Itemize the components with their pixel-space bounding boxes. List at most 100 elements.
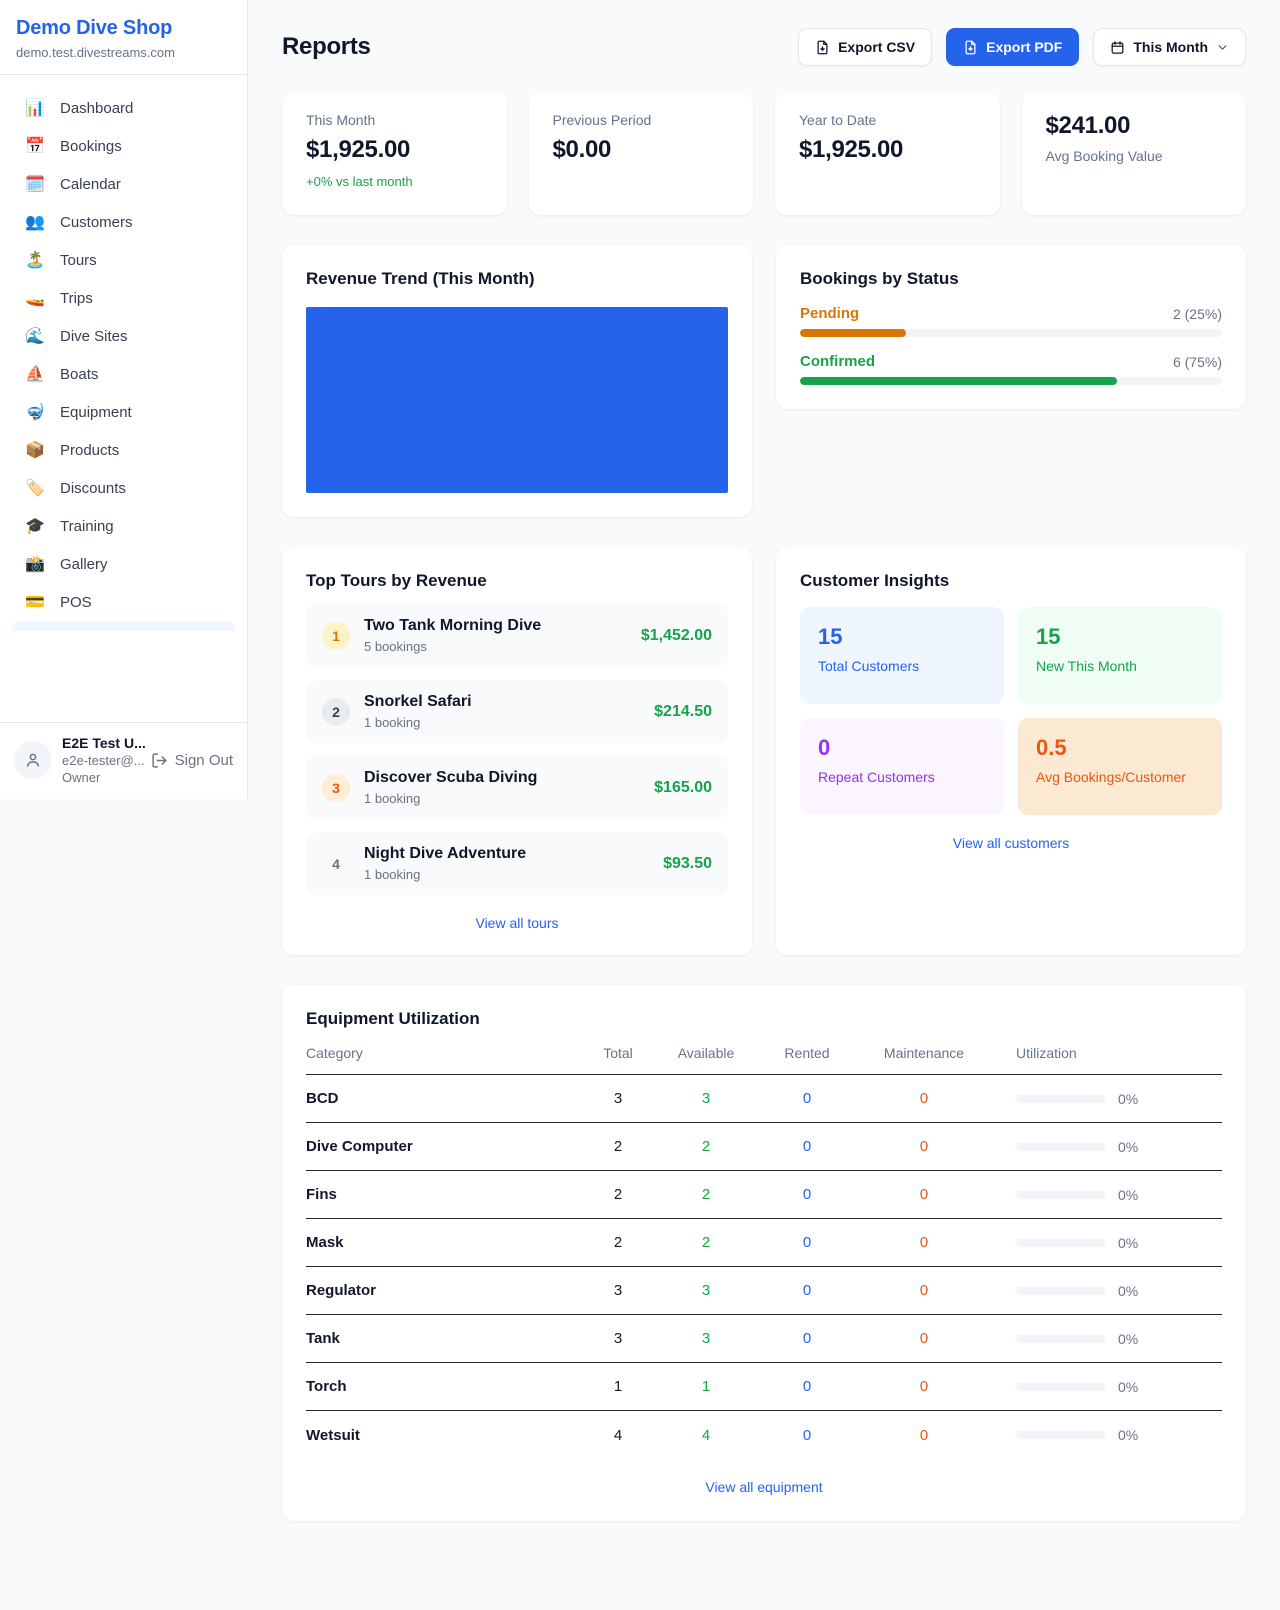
status-label: Pending xyxy=(800,305,859,322)
insights-row: Top Tours by Revenue 1 Two Tank Morning … xyxy=(282,547,1246,955)
boats-icon: ⛵ xyxy=(24,364,46,384)
equipment-icon: 🤿 xyxy=(24,402,46,422)
equipment-rented: 0 xyxy=(758,1427,856,1444)
tile-label: Avg Bookings/Customer xyxy=(1036,769,1204,785)
view-all-customers-link[interactable]: View all customers xyxy=(800,835,1222,851)
equipment-available: 4 xyxy=(654,1427,758,1444)
export-pdf-label: Export PDF xyxy=(986,39,1062,55)
equipment-maintenance: 0 xyxy=(856,1090,992,1107)
tour-name: Snorkel Safari xyxy=(364,693,472,710)
stat-value: $1,925.00 xyxy=(306,136,483,164)
user-name: E2E Test U... xyxy=(62,735,141,751)
sidebar-item-pos[interactable]: 💳POS xyxy=(12,583,235,621)
equipment-available: 2 xyxy=(654,1138,758,1155)
trips-icon: 🚤 xyxy=(24,288,46,308)
status-bar-track xyxy=(800,329,1222,337)
view-all-tours-link[interactable]: View all tours xyxy=(306,915,728,931)
sidebar-item-training[interactable]: 🎓Training xyxy=(12,507,235,545)
table-row: Wetsuit 4 4 0 0 0% xyxy=(306,1411,1222,1459)
tour-name: Night Dive Adventure xyxy=(364,845,526,862)
user-role: Owner xyxy=(62,770,141,785)
status-bar-fill xyxy=(800,329,906,337)
equipment-utilization: 0% xyxy=(992,1235,1222,1251)
status-row-confirmed: Confirmed 6 (75%) xyxy=(800,353,1222,385)
sidebar-item-boats[interactable]: ⛵Boats xyxy=(12,355,235,393)
utilization-percent: 0% xyxy=(1118,1091,1138,1107)
equipment-rented: 0 xyxy=(758,1234,856,1251)
charts-row: Revenue Trend (This Month) Bookings by S… xyxy=(282,245,1246,517)
sidebar-item-bookings[interactable]: 📅Bookings xyxy=(12,127,235,165)
equipment-available: 2 xyxy=(654,1234,758,1251)
bookings-icon: 📅 xyxy=(24,136,46,156)
sidebar-item-discounts[interactable]: 🏷️Discounts xyxy=(12,469,235,507)
period-dropdown[interactable]: This Month xyxy=(1093,28,1246,66)
bookings-by-status-title: Bookings by Status xyxy=(800,269,1222,289)
status-count: 6 (75%) xyxy=(1173,354,1222,370)
utilization-percent: 0% xyxy=(1118,1139,1138,1155)
user-footer: E2E Test U... e2e-tester@... Owner Sign … xyxy=(0,722,247,799)
header-actions: Export CSV Export PDF This Month xyxy=(798,28,1246,66)
sign-out-button[interactable]: Sign Out xyxy=(151,752,233,769)
status-label: Confirmed xyxy=(800,353,875,370)
stat-label: This Month xyxy=(306,112,483,128)
sidebar-item-dive-sites[interactable]: 🌊Dive Sites xyxy=(12,317,235,355)
tour-amount: $165.00 xyxy=(654,779,712,797)
sidebar-item-label: Tours xyxy=(60,252,97,269)
tile-label: Total Customers xyxy=(818,658,986,674)
sidebar-item-customers[interactable]: 👥Customers xyxy=(12,203,235,241)
chevron-down-icon xyxy=(1216,41,1229,54)
person-icon xyxy=(24,751,42,769)
tile-avg-bookings-customer: 0.5 Avg Bookings/Customer xyxy=(1018,718,1222,815)
top-tours-title: Top Tours by Revenue xyxy=(306,571,728,591)
tile-new-this-month: 15 New This Month xyxy=(1018,607,1222,704)
sidebar-item-products[interactable]: 📦Products xyxy=(12,431,235,469)
equipment-total: 3 xyxy=(582,1090,654,1107)
equipment-rented: 0 xyxy=(758,1090,856,1107)
revenue-trend-title: Revenue Trend (This Month) xyxy=(306,269,728,289)
sidebar-item-label: Gallery xyxy=(60,556,108,573)
sidebar-item-calendar[interactable]: 🗓️Calendar xyxy=(12,165,235,203)
sidebar-item-trips[interactable]: 🚤Trips xyxy=(12,279,235,317)
equipment-utilization: 0% xyxy=(992,1139,1222,1155)
equipment-category: Torch xyxy=(306,1378,582,1395)
rank-badge: 2 xyxy=(322,698,350,726)
sidebar: Demo Dive Shop demo.test.divestreams.com… xyxy=(0,0,248,799)
equipment-maintenance: 0 xyxy=(856,1282,992,1299)
calendar-icon xyxy=(1110,40,1125,55)
equipment-rented: 0 xyxy=(758,1282,856,1299)
tile-value: 0.5 xyxy=(1036,735,1204,761)
sidebar-item-tours[interactable]: 🏝️Tours xyxy=(12,241,235,279)
equipment-utilization: 0% xyxy=(992,1379,1222,1395)
sign-out-label: Sign Out xyxy=(175,752,233,769)
top-tours-card: Top Tours by Revenue 1 Two Tank Morning … xyxy=(282,547,752,955)
utilization-percent: 0% xyxy=(1118,1379,1138,1395)
sidebar-item-equipment[interactable]: 🤿Equipment xyxy=(12,393,235,431)
status-row-pending: Pending 2 (25%) xyxy=(800,305,1222,337)
page-title: Reports xyxy=(282,33,371,61)
view-all-equipment-link[interactable]: View all equipment xyxy=(306,1479,1222,1495)
stat-value: $1,925.00 xyxy=(799,136,976,164)
sidebar-item-gallery[interactable]: 📸Gallery xyxy=(12,545,235,583)
sidebar-item-label: Training xyxy=(60,518,114,535)
equipment-total: 3 xyxy=(582,1330,654,1347)
tile-label: Repeat Customers xyxy=(818,769,986,785)
sidebar-item-label: Dive Sites xyxy=(60,328,128,345)
table-row: Tank 3 3 0 0 0% xyxy=(306,1315,1222,1363)
sidebar-item-dashboard[interactable]: 📊Dashboard xyxy=(12,89,235,127)
stats-row: This Month $1,925.00 +0% vs last month P… xyxy=(282,92,1246,215)
sidebar-item-label: Products xyxy=(60,442,119,459)
sign-out-icon xyxy=(151,752,168,769)
export-pdf-button[interactable]: Export PDF xyxy=(946,28,1079,66)
sidebar-item-reports-active[interactable] xyxy=(12,621,235,631)
equipment-category: Fins xyxy=(306,1186,582,1203)
table-row: Fins 2 2 0 0 0% xyxy=(306,1171,1222,1219)
brand: Demo Dive Shop demo.test.divestreams.com xyxy=(0,0,247,75)
equipment-total: 2 xyxy=(582,1234,654,1251)
equipment-category: Dive Computer xyxy=(306,1138,582,1155)
table-row: Regulator 3 3 0 0 0% xyxy=(306,1267,1222,1315)
export-csv-button[interactable]: Export CSV xyxy=(798,28,932,66)
status-bar-track xyxy=(800,377,1222,385)
stat-label: Avg Booking Value xyxy=(1046,148,1223,164)
utilization-percent: 0% xyxy=(1118,1283,1138,1299)
equipment-maintenance: 0 xyxy=(856,1427,992,1444)
